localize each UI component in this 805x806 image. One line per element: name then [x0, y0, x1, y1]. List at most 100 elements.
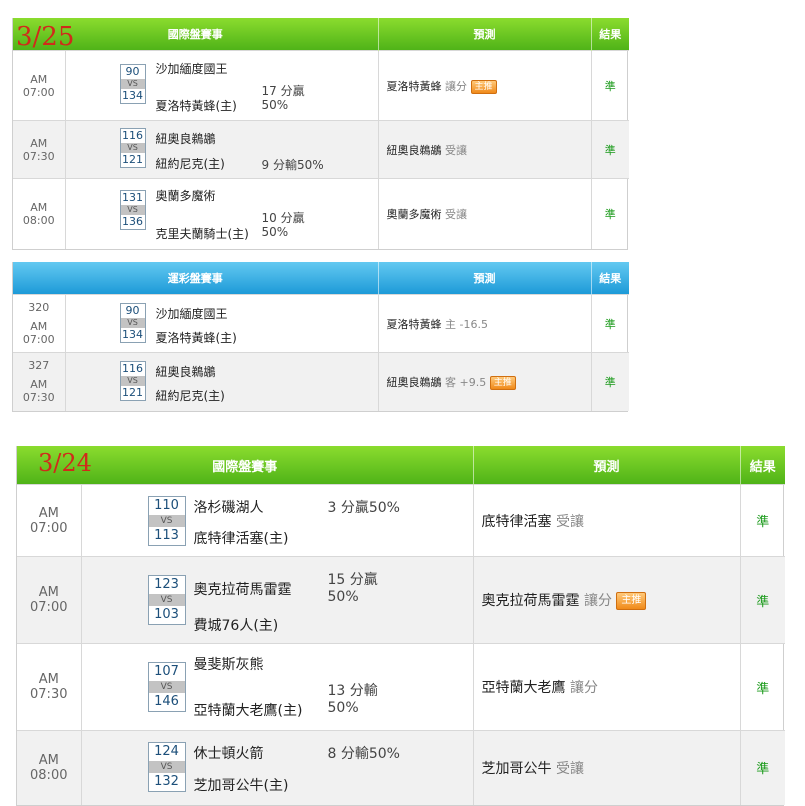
prediction: 底特律活塞 受讓: [473, 484, 741, 557]
home-team: 費城76人(主): [193, 618, 279, 634]
pick-team: 奧蘭多魔術: [386, 207, 442, 221]
game-time: AM 07:30: [22, 378, 55, 405]
result: 準: [591, 120, 629, 179]
handicap-line: 13 分輸: [327, 683, 378, 699]
away-number: 124: [154, 744, 179, 759]
matchup: 110 VS 113 洛杉磯湖人 底特律活塞(主) 3 分贏50%: [81, 484, 474, 557]
home-team: 紐約尼克(主): [155, 389, 225, 403]
vs-label: VS: [148, 594, 185, 606]
pick-type: 讓分: [583, 593, 612, 609]
team-number-box: 116 VS 121: [119, 361, 146, 401]
pick-team: 夏洛特黃蜂: [386, 317, 442, 331]
date-label: 3/24: [38, 449, 92, 477]
pick-team: 夏洛特黃蜂: [386, 79, 442, 93]
table-row: AM 08:00 124 VS 132 休士頓火箭 芝加哥公牛(主) 8 分輸5…: [17, 730, 786, 805]
away-team: 奧克拉荷馬雷霆: [193, 582, 292, 598]
vs-label: VS: [120, 318, 145, 328]
away-team: 紐奧良鵜鶘: [155, 132, 216, 146]
prediction: 夏洛特黃蜂 主 -16.5: [378, 294, 592, 353]
game-time: AM 08:00: [17, 730, 82, 805]
vs-label: VS: [148, 761, 185, 773]
table-row: AM 07:00 123 VS 103 奧克拉荷馬雷霆 費城76人(主) 15 …: [17, 556, 786, 644]
table-row: AM 07:00 110 VS 113 洛杉磯湖人 底特律活塞(主) 3 分贏5…: [17, 484, 786, 557]
away-team: 紐奧良鵜鶘: [155, 365, 216, 379]
pick-type: 受讓: [555, 513, 584, 530]
pick-type: 受讓: [445, 207, 467, 221]
home-number: 134: [122, 328, 143, 341]
matchup: 107 VS 146 曼斐斯灰熊 亞特蘭大老鷹(主) 13 分輸 50%: [81, 643, 474, 731]
handicap-percent: 50%: [327, 700, 359, 716]
home-team: 夏洛特黃蜂(主): [155, 99, 237, 113]
prediction: 奧克拉荷馬雷霆 讓分 主推: [473, 556, 741, 644]
away-number: 90: [125, 65, 140, 78]
home-team: 克里夫蘭騎士(主): [155, 227, 249, 241]
game-time: AM 07:00: [22, 320, 55, 346]
result: 準: [740, 730, 786, 805]
team-number-box: 124 VS 132: [147, 742, 186, 792]
pick-type: 讓分: [445, 79, 467, 93]
handicap-line: 15 分贏: [327, 572, 378, 588]
away-number: 116: [122, 362, 143, 375]
vs-label: VS: [148, 515, 185, 527]
prediction: 奧蘭多魔術 受讓: [378, 178, 592, 249]
away-team: 洛杉磯湖人: [193, 500, 264, 516]
matchup: 116 VS 121 紐奧良鵜鶘 紐約尼克(主): [65, 352, 379, 411]
home-team: 紐約尼克(主): [155, 157, 225, 171]
prediction: 夏洛特黃蜂 讓分 主推: [378, 50, 592, 121]
vs-label: VS: [120, 79, 145, 89]
pick-team: 紐奧良鵜鶘: [386, 143, 442, 157]
game-time: AM 07:00: [13, 50, 66, 121]
away-team: 沙加緬度國王: [155, 307, 228, 321]
home-number: 103: [154, 607, 179, 622]
featured-pick-badge: 主推: [470, 79, 497, 94]
team-number-box: 110 VS 113: [147, 496, 186, 546]
matchup: 90 VS 134 沙加緬度國王 夏洛特黃蜂(主) 17 分贏 50%: [65, 50, 379, 121]
home-number: 113: [154, 528, 179, 543]
prediction: 亞特蘭大老鷹 讓分: [473, 643, 741, 731]
vs-label: VS: [120, 143, 145, 153]
header-result: 結果: [740, 446, 786, 485]
vs-label: VS: [120, 376, 145, 386]
away-number: 123: [154, 577, 179, 592]
result: 準: [591, 352, 629, 411]
away-team: 休士頓火箭: [193, 746, 264, 762]
prediction: 紐奧良鵜鶘 受讓: [378, 120, 592, 179]
matchup: 124 VS 132 休士頓火箭 芝加哥公牛(主) 8 分輸50%: [81, 730, 474, 805]
home-team: 夏洛特黃蜂(主): [155, 331, 237, 345]
handicap-percent: 50%: [261, 225, 289, 239]
table-row: 320 AM 07:00 90 VS 134 沙加緬度國王 夏洛特黃蜂(主) 夏…: [13, 294, 629, 353]
result: 準: [740, 556, 786, 644]
prediction: 紐奧良鵜鶘 客 +9.5 主推: [378, 352, 592, 411]
home-number: 134: [122, 89, 143, 102]
team-number-box: 116 VS 121: [119, 128, 146, 168]
home-number: 146: [154, 694, 179, 709]
team-number-box: 131 VS 136: [119, 190, 146, 230]
pick-type: 主 -16.5: [445, 317, 488, 331]
away-number: 107: [154, 664, 179, 679]
table-header: 國際盤賽事 預測 結果: [17, 446, 786, 485]
result: 準: [740, 484, 786, 557]
featured-pick-badge: 主推: [616, 592, 647, 610]
home-number: 121: [122, 153, 143, 166]
away-team: 曼斐斯灰熊: [193, 657, 264, 673]
header-result: 結果: [591, 262, 629, 295]
away-number: 116: [122, 129, 143, 142]
featured-pick-badge: 主推: [489, 375, 516, 390]
game-time: AM 07:00: [17, 484, 82, 557]
game-number: 327: [28, 359, 50, 373]
handicap-line: 8 分輸50%: [327, 746, 400, 762]
vs-label: VS: [120, 205, 145, 215]
team-number-box: 90 VS 134: [119, 64, 146, 104]
result: 準: [740, 643, 786, 731]
vs-label: VS: [148, 681, 185, 693]
prediction: 芝加哥公牛 受讓: [473, 730, 741, 805]
table-row: AM 07:30 107 VS 146 曼斐斯灰熊 亞特蘭大老鷹(主) 13 分…: [17, 643, 786, 731]
away-number: 90: [125, 304, 140, 317]
matchup: 116 VS 121 紐奧良鵜鶘 紐約尼克(主) 9 分輸50%: [65, 120, 379, 179]
header-result: 結果: [591, 18, 629, 51]
handicap-percent: 50%: [327, 589, 359, 605]
table-row: 327 AM 07:30 116 VS 121 紐奧良鵜鶘 紐約尼克(主) 紐奧…: [13, 352, 629, 411]
handicap-line: 17 分贏: [261, 84, 305, 98]
matchup: 123 VS 103 奧克拉荷馬雷霆 費城76人(主) 15 分贏 50%: [81, 556, 474, 644]
game-time: AM 07:30: [13, 120, 66, 179]
